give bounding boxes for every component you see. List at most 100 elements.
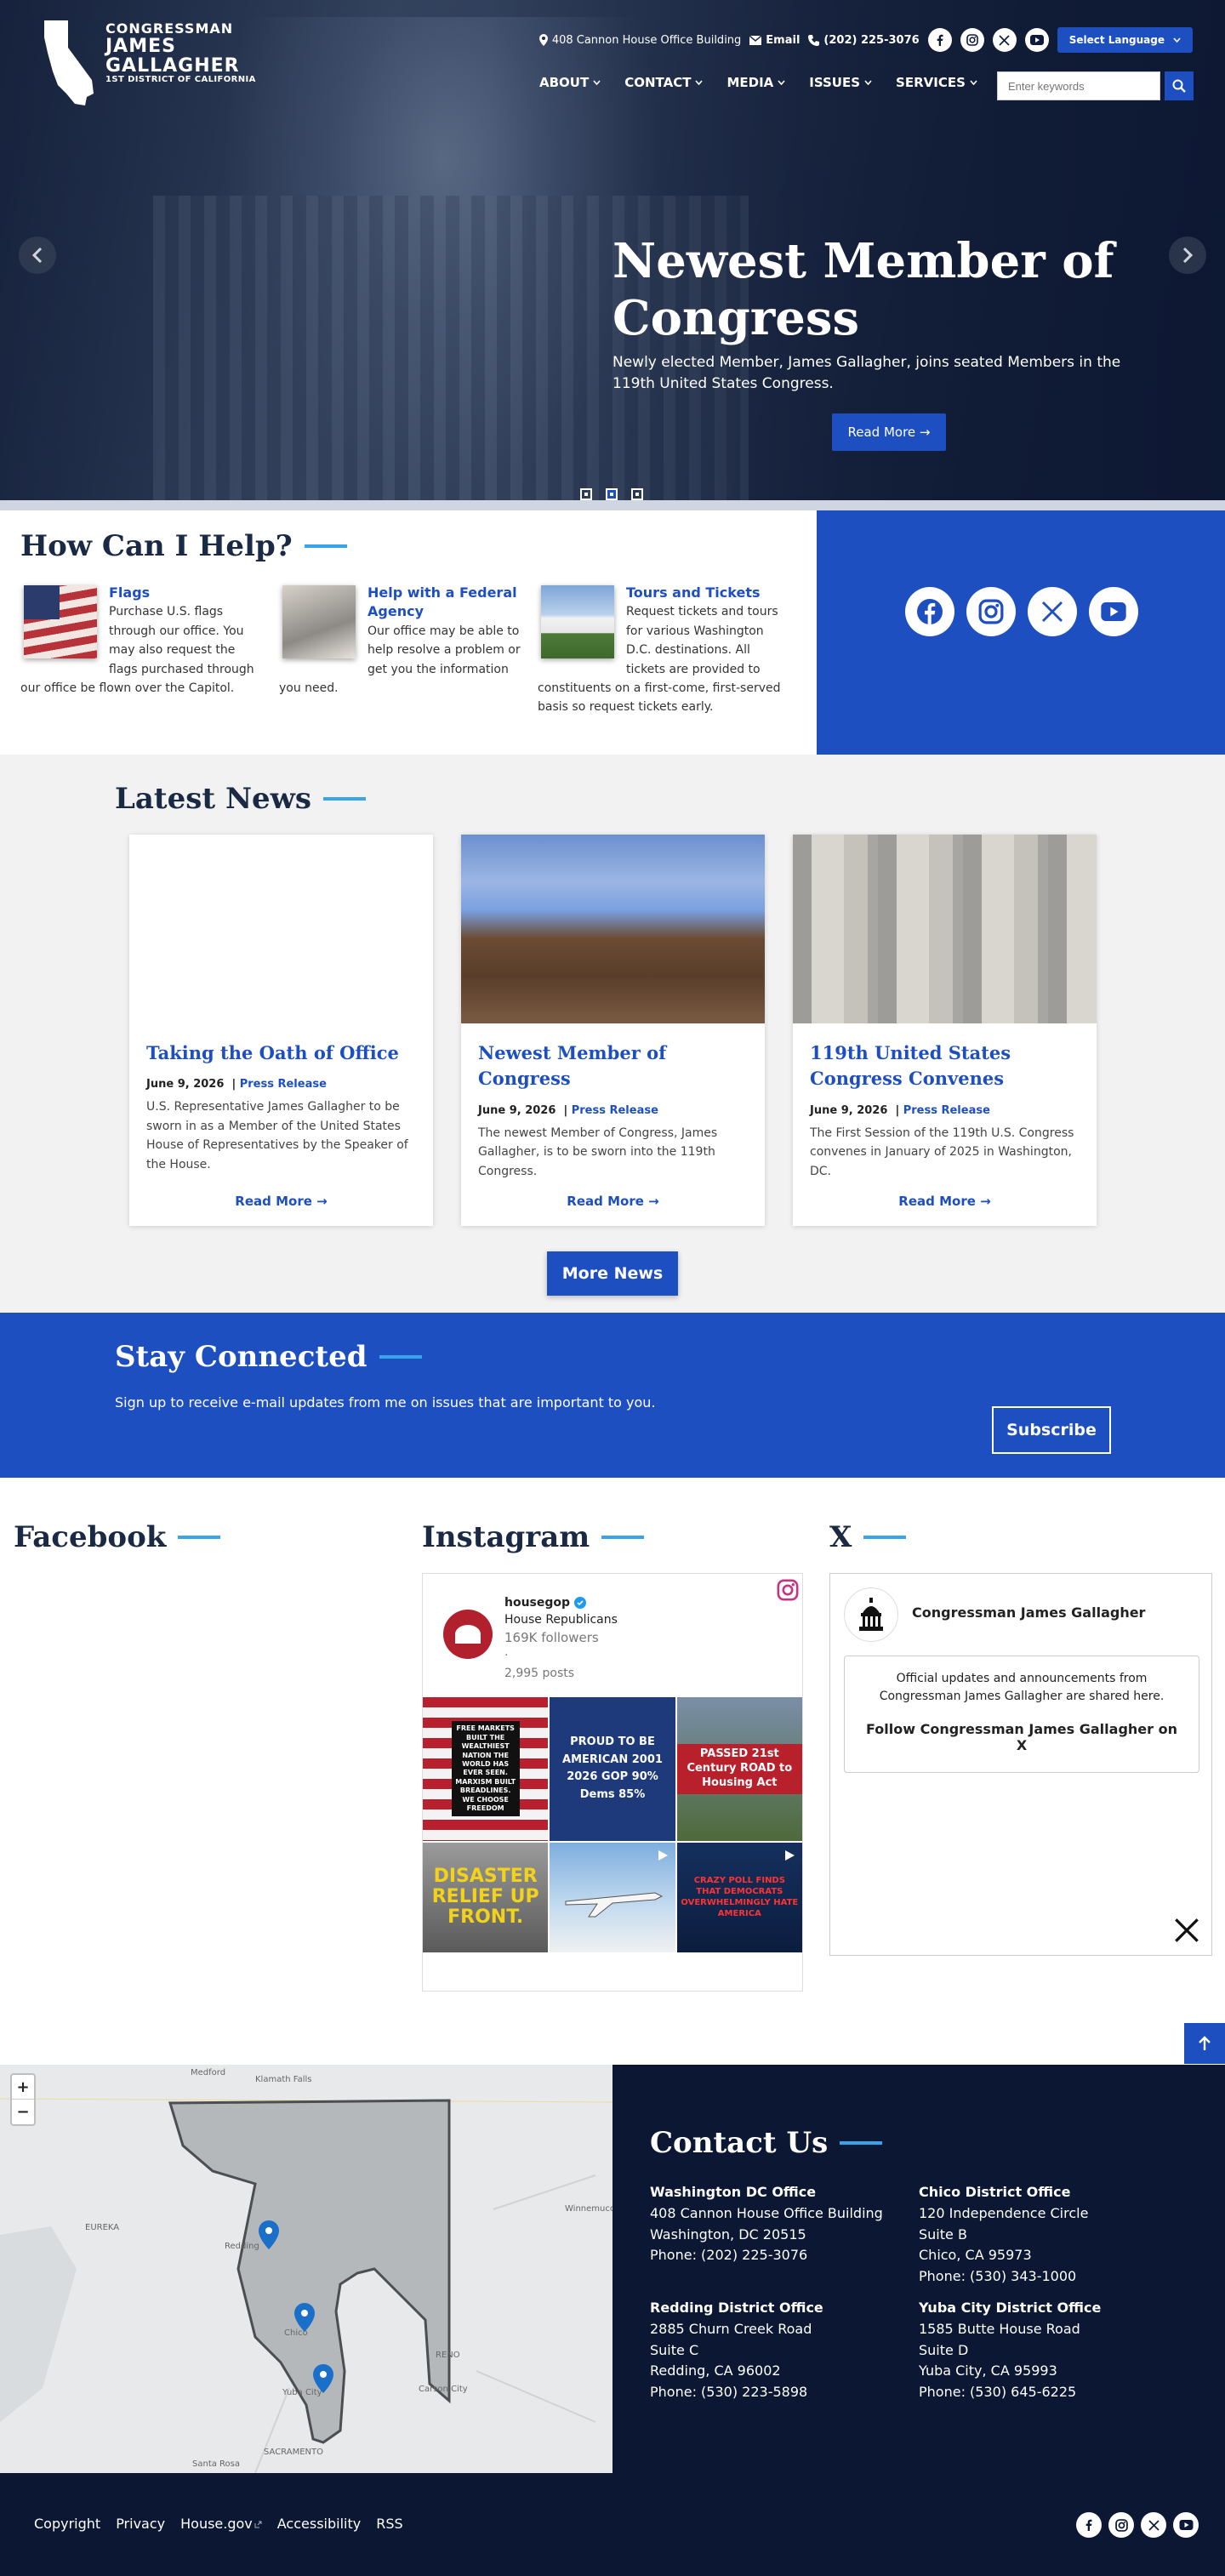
office-washington-dc: Washington DC Office 408 Cannon House Of… [650,2182,905,2266]
nav-item-contact[interactable]: CONTACT [624,75,704,90]
instagram-post[interactable]: FREE MARKETS BUILT THE WEALTHIEST NATION… [423,1697,549,1841]
help-item-flags[interactable]: Flags Purchase U.S. flags through our of… [20,584,267,698]
carousel-dot-2[interactable] [606,488,618,500]
instagram-name: House Republicans [504,1613,618,1627]
carousel-indicators [580,488,643,500]
phone-link[interactable]: (202) 225-3076 [808,34,920,47]
help-item-federal-agency[interactable]: Help with a Federal Agency Our office ma… [279,584,526,698]
news-card[interactable]: 119th United States Congress Convenes Ju… [793,835,1097,1226]
social-feeds-section: Facebook Instagram X housegop House Repu… [0,1478,1225,2065]
news-card-read-more[interactable]: Read More → [129,1194,433,1209]
instagram-post[interactable] [550,1842,675,1952]
carousel-dot-1[interactable] [580,488,592,500]
office-phone[interactable]: Phone: (202) 225-3076 [650,2245,905,2266]
instagram-post[interactable]: CRAZY POLL FINDS THAT DEMOCRATS OVERWHEL… [676,1842,802,1952]
instagram-avatar[interactable] [443,1610,493,1659]
map-label: SACRAMENTO [264,2448,323,2457]
logo-line-1: CONGRESSMAN [105,20,234,37]
agency-thumbnail [282,585,356,658]
heading-accent-line [323,797,367,801]
instagram-icon[interactable] [966,587,1016,636]
instagram-logo-icon[interactable] [777,1579,799,1601]
office-yuba-city: Yuba City District Office 1585 Butte Hou… [919,2298,1174,2403]
map-label: RENO [436,2351,460,2360]
news-card[interactable]: Newest Member of Congress June 9, 2026 |… [461,835,765,1226]
news-card[interactable]: Taking the Oath of Office June 9, 2026 |… [129,835,433,1226]
youtube-icon[interactable] [1024,28,1049,52]
email-link[interactable]: Email [749,34,800,47]
x-follow-link[interactable]: Follow Congressman James Gallagher on X [860,1721,1183,1753]
x-avatar[interactable] [844,1587,898,1642]
footer-link-accessibility[interactable]: Accessibility [277,2516,361,2532]
subscribe-button[interactable]: Subscribe [992,1406,1111,1454]
office-phone[interactable]: Phone: (530) 223-5898 [650,2382,905,2403]
news-card-read-more[interactable]: Read More → [461,1194,765,1209]
heading-accent-line [840,2141,883,2145]
x-heading: X [829,1520,907,1554]
footer-link-house-gov[interactable]: House.gov [180,2516,262,2532]
news-card-title[interactable]: 119th United States Congress Convenes [810,1040,1080,1092]
map-label: Klamath Falls [255,2075,312,2084]
video-play-icon [658,1849,668,1861]
news-card-read-more[interactable]: Read More → [793,1194,1097,1209]
more-news-button[interactable]: More News [547,1251,678,1296]
search-input[interactable] [997,71,1160,100]
district-map[interactable]: Medford Klamath Falls EUREKA Redding Chi… [0,2065,612,2473]
footer-link-privacy[interactable]: Privacy [116,2516,165,2532]
heading-accent-line [863,1536,907,1539]
news-card-title[interactable]: Taking the Oath of Office [146,1040,416,1066]
facebook-heading: Facebook [14,1520,221,1554]
carousel-dot-3[interactable] [631,488,643,500]
youtube-icon[interactable] [1173,2512,1199,2538]
news-card-description: The newest Member of Congress, James Gal… [478,1126,718,1178]
phone-icon [808,34,820,46]
zoom-out-button[interactable]: − [12,2100,34,2124]
language-select[interactable]: Select Language [1057,27,1193,53]
x-icon[interactable] [992,28,1017,52]
carousel-prev-button[interactable] [19,237,56,274]
x-logo-icon[interactable] [1174,1918,1199,1943]
chevron-down-icon [970,80,977,85]
site-logo[interactable]: CONGRESSMAN JAMES GALLAGHER 1ST DISTRICT… [43,19,256,107]
office-phone[interactable]: Phone: (530) 343-1000 [919,2266,1174,2288]
instagram-post[interactable]: PROUD TO BE AMERICAN 2001 2026 GOP 90% D… [550,1697,675,1841]
nav-item-issues[interactable]: ISSUES [809,75,872,90]
nav-item-about[interactable]: ABOUT [539,75,601,90]
news-card-type[interactable]: Press Release [572,1104,658,1117]
x-icon[interactable] [1028,587,1077,636]
news-card-title[interactable]: Newest Member of Congress [478,1040,748,1092]
nav-item-services[interactable]: SERVICES [896,75,977,90]
instagram-post[interactable]: DISASTER RELIEF UP FRONT. [423,1842,549,1952]
instagram-handle[interactable]: housegop [504,1594,570,1611]
youtube-icon[interactable] [1089,587,1138,636]
footer-link-copyright[interactable]: Copyright [34,2516,100,2532]
hero-read-more-button[interactable]: Read More → [832,413,946,451]
facebook-icon[interactable] [905,587,954,636]
heading-accent-line [178,1536,221,1539]
facebook-icon[interactable] [927,28,952,52]
news-section: Latest News Taking the Oath of Office Ju… [0,755,1225,1313]
instagram-post[interactable]: PASSED 21st Century ROAD to Housing Act [676,1697,802,1841]
address-link[interactable]: 408 Cannon House Office Building [538,34,741,47]
nav-item-media[interactable]: MEDIA [726,75,785,90]
heading-accent-line [379,1355,422,1359]
instagram-icon[interactable] [1108,2512,1134,2538]
back-to-top-button[interactable] [1184,2023,1225,2064]
footer-link-rss[interactable]: RSS [376,2516,402,2532]
search-button[interactable] [1165,71,1194,100]
news-card-type[interactable]: Press Release [903,1104,990,1117]
newsletter-text: Sign up to receive e-mail updates from m… [115,1394,656,1411]
carousel-next-button[interactable] [1169,237,1206,274]
california-state-icon [44,20,94,105]
x-embed: Congressman James Gallagher Official upd… [829,1573,1212,1956]
search-icon [1172,79,1186,93]
x-icon[interactable] [1141,2512,1166,2538]
help-item-tours[interactable]: Tours and Tickets Request tickets and to… [538,584,784,717]
x-account-name[interactable]: Congressman James Gallagher [912,1604,1145,1621]
news-card-type[interactable]: Press Release [240,1078,327,1091]
instagram-icon[interactable] [960,28,984,52]
office-name: Washington DC Office [650,2184,817,2200]
facebook-icon[interactable] [1076,2512,1102,2538]
zoom-in-button[interactable]: + [12,2075,34,2100]
office-phone[interactable]: Phone: (530) 645-6225 [919,2382,1174,2403]
